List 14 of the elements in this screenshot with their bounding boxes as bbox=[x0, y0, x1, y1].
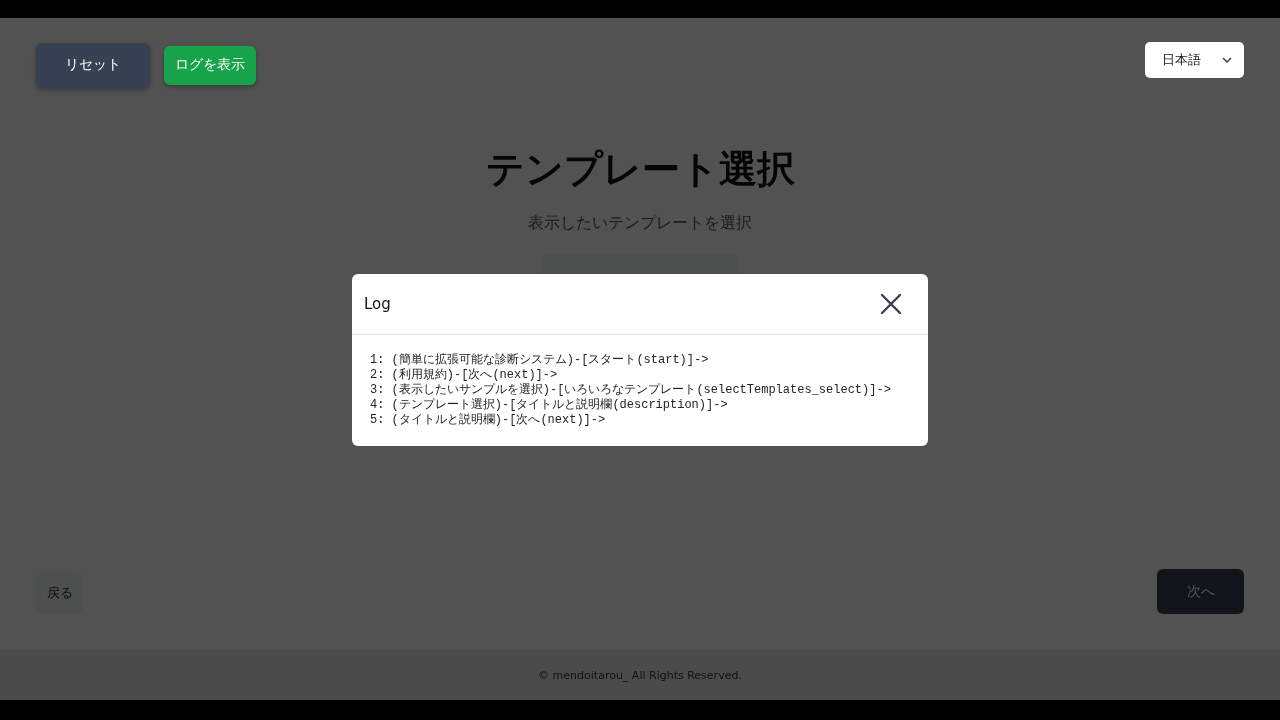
show-log-button[interactable]: ログを表示 bbox=[164, 45, 256, 85]
log-line: 3: (表示したいサンプルを選択)-[いろいろなテンプレート(selectTemplates_select)]-> bbox=[370, 383, 892, 398]
chevron-down-icon bbox=[1222, 57, 1232, 63]
close-icon[interactable] bbox=[880, 293, 902, 315]
language-select[interactable]: 日本語 bbox=[1145, 42, 1244, 78]
log-line: 5: (タイトルと説明欄)-[次へ(next)]-> bbox=[370, 413, 607, 428]
log-line: 2: (利用規約)-[次へ(next)]-> bbox=[370, 368, 559, 383]
back-button[interactable]: 戻る bbox=[36, 572, 83, 614]
copyright-text: © mendoitarou_ All Rights Reserved. bbox=[538, 668, 742, 682]
log-line: 1: (簡単に拡張可能な診断システム)-[スタート(start)]-> bbox=[370, 353, 710, 368]
dialog-title: Log bbox=[364, 295, 391, 313]
page-title: テンプレート選択 bbox=[485, 146, 795, 193]
log-line: 4: (テンプレート選択)-[タイトルと説明欄(description)]-> bbox=[370, 398, 729, 413]
reset-button[interactable]: リセット bbox=[36, 42, 150, 88]
